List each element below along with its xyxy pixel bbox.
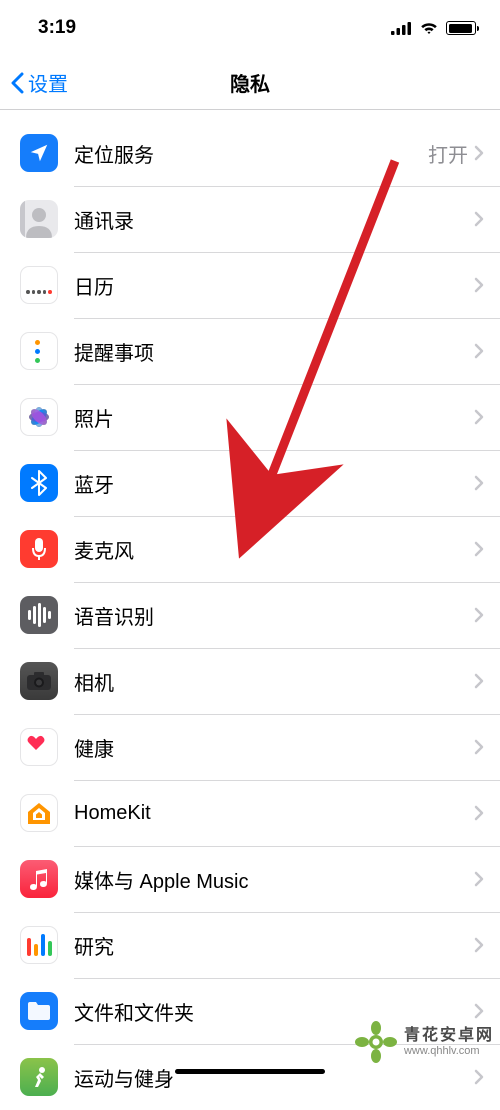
row-label: 健康: [74, 733, 474, 762]
photos-icon: [20, 398, 58, 436]
location-icon: [20, 134, 58, 172]
page-title: 隐私: [0, 68, 500, 97]
homekit-icon: [20, 794, 58, 832]
chevron-right-icon: [474, 1003, 484, 1019]
row-label: 定位服务: [74, 139, 428, 168]
row-research[interactable]: 研究: [0, 912, 500, 978]
back-label: 设置: [28, 68, 68, 97]
privacy-list: 定位服务 打开 通讯录 日历 提醒事项 照片: [0, 120, 500, 1110]
status-right-cluster: [391, 21, 476, 35]
row-health[interactable]: 健康: [0, 714, 500, 780]
apple-music-icon: [20, 860, 58, 898]
nav-bar: 设置 隐私: [0, 56, 500, 110]
row-label: HomeKit: [74, 802, 474, 825]
speech-recognition-icon: [20, 596, 58, 634]
row-speech[interactable]: 语音识别: [0, 582, 500, 648]
chevron-right-icon: [474, 937, 484, 953]
research-icon: [20, 926, 58, 964]
files-icon: [20, 992, 58, 1030]
microphone-icon: [20, 530, 58, 568]
chevron-right-icon: [474, 211, 484, 227]
row-location[interactable]: 定位服务 打开: [0, 120, 500, 186]
health-icon: [20, 728, 58, 766]
reminders-icon: [20, 332, 58, 370]
row-label: 通讯录: [74, 205, 474, 234]
row-label: 提醒事项: [74, 337, 474, 366]
row-value: 打开: [428, 139, 468, 168]
row-label: 相机: [74, 667, 474, 696]
row-camera[interactable]: 相机: [0, 648, 500, 714]
row-label: 日历: [74, 271, 474, 300]
row-label: 语音识别: [74, 601, 474, 630]
row-photos[interactable]: 照片: [0, 384, 500, 450]
row-label: 文件和文件夹: [74, 997, 474, 1026]
chevron-left-icon: [10, 72, 24, 94]
chevron-right-icon: [474, 475, 484, 491]
row-calendar[interactable]: 日历: [0, 252, 500, 318]
chevron-right-icon: [474, 871, 484, 887]
motion-fitness-icon: [20, 1058, 58, 1096]
bluetooth-icon: [20, 464, 58, 502]
row-homekit[interactable]: HomeKit: [0, 780, 500, 846]
row-bluetooth[interactable]: 蓝牙: [0, 450, 500, 516]
chevron-right-icon: [474, 343, 484, 359]
row-files[interactable]: 文件和文件夹: [0, 978, 500, 1044]
chevron-right-icon: [474, 673, 484, 689]
chevron-right-icon: [474, 739, 484, 755]
status-time: 3:19: [38, 17, 76, 39]
row-label: 运动与健身: [74, 1063, 474, 1092]
row-microphone[interactable]: 麦克风: [0, 516, 500, 582]
chevron-right-icon: [474, 409, 484, 425]
back-button[interactable]: 设置: [0, 68, 68, 97]
row-motion[interactable]: 运动与健身: [0, 1044, 500, 1110]
wifi-icon: [419, 21, 439, 35]
battery-icon: [446, 21, 476, 35]
row-label: 蓝牙: [74, 469, 474, 498]
row-contacts[interactable]: 通讯录: [0, 186, 500, 252]
chevron-right-icon: [474, 145, 484, 161]
row-reminders[interactable]: 提醒事项: [0, 318, 500, 384]
row-label: 麦克风: [74, 535, 474, 564]
cellular-signal-icon: [391, 22, 412, 35]
camera-icon: [20, 662, 58, 700]
home-indicator: [175, 1069, 325, 1074]
row-label: 研究: [74, 931, 474, 960]
calendar-icon: [20, 266, 58, 304]
chevron-right-icon: [474, 805, 484, 821]
contacts-icon: [20, 200, 58, 238]
row-label: 照片: [74, 403, 474, 432]
chevron-right-icon: [474, 277, 484, 293]
row-music[interactable]: 媒体与 Apple Music: [0, 846, 500, 912]
chevron-right-icon: [474, 607, 484, 623]
row-label: 媒体与 Apple Music: [74, 865, 474, 894]
chevron-right-icon: [474, 1069, 484, 1085]
status-bar: 3:19: [0, 0, 500, 56]
chevron-right-icon: [474, 541, 484, 557]
